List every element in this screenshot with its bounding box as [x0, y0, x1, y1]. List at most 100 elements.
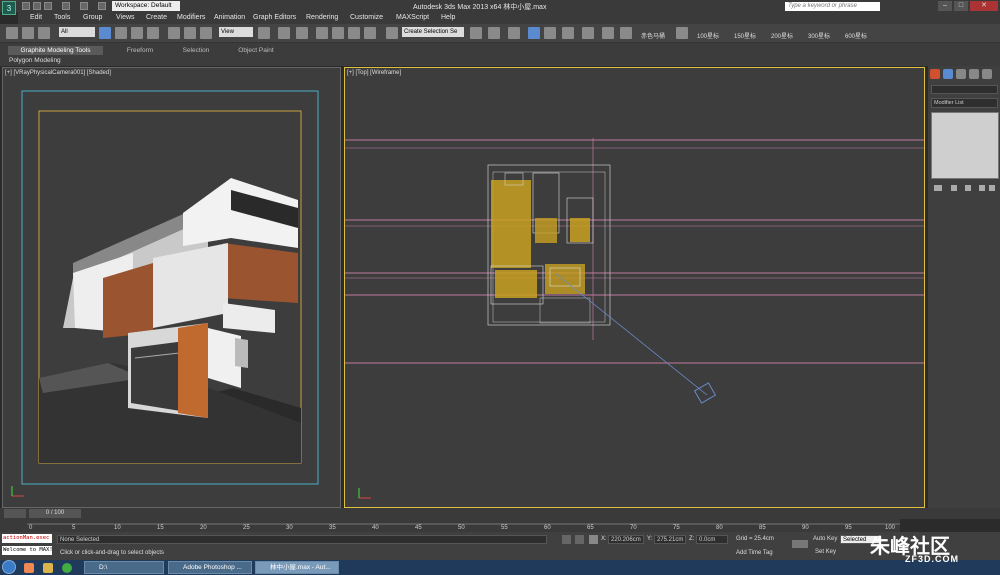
start-button-icon[interactable] — [2, 560, 16, 574]
maxscript-listener-line2[interactable]: Welcome to MAX! — [2, 546, 52, 555]
timeline-toggle-icon[interactable] — [4, 509, 26, 518]
mirror-icon[interactable] — [470, 27, 482, 39]
curve-editor-icon[interactable] — [544, 27, 556, 39]
workspace-dropdown[interactable]: Workspace: Default — [112, 1, 180, 11]
add-time-tag-button[interactable]: Add Time Tag — [736, 550, 773, 556]
select-by-name-icon[interactable] — [115, 27, 127, 39]
edit-named-selection-icon[interactable] — [386, 27, 398, 39]
close-button[interactable]: ✕ — [970, 1, 998, 11]
angle-snap-icon[interactable] — [332, 27, 344, 39]
search-input[interactable]: Type a keyword or phrase — [785, 2, 880, 11]
modifier-stack-controls[interactable] — [931, 183, 999, 193]
window-crossing-icon[interactable] — [147, 27, 159, 39]
render-preset-3[interactable]: 150星标 — [734, 31, 756, 40]
modify-tab-icon[interactable] — [943, 69, 953, 79]
align-icon[interactable] — [488, 27, 500, 39]
keyboard-shortcut-icon[interactable] — [296, 27, 308, 39]
menu-help[interactable]: Help — [441, 14, 455, 21]
polygon-modeling-panel[interactable]: Polygon Modeling — [9, 57, 61, 64]
named-selection-dropdown[interactable]: Create Selection Se — [402, 27, 464, 37]
save-file-icon[interactable] — [44, 2, 52, 10]
rendered-frame-icon[interactable] — [620, 27, 632, 39]
spinner-snap-icon[interactable] — [364, 27, 376, 39]
render-preset-1[interactable]: 赤色马桶 — [641, 31, 665, 40]
render-preset-2[interactable]: 100星标 — [697, 31, 719, 40]
undo-icon[interactable] — [62, 2, 70, 10]
modifier-list-dropdown[interactable]: Modifier List — [931, 98, 998, 108]
display-tab-icon[interactable] — [982, 69, 992, 79]
menu-customize[interactable]: Customize — [350, 14, 383, 21]
create-tab-icon[interactable] — [930, 69, 940, 79]
y-label: Y: — [647, 536, 653, 542]
hierarchy-tab-icon[interactable] — [956, 69, 966, 79]
tick-label: 40 — [372, 525, 379, 531]
redo-icon[interactable] — [80, 2, 88, 10]
explorer-icon[interactable] — [43, 563, 53, 573]
tab-selection[interactable]: Selection — [172, 46, 220, 55]
menu-modifiers[interactable]: Modifiers — [177, 14, 205, 21]
layer-manager-icon[interactable] — [508, 27, 520, 39]
select-object-icon[interactable] — [99, 27, 111, 39]
tab-freeform[interactable]: Freeform — [110, 46, 170, 55]
taskbar-item-photoshop[interactable]: Adobe Photoshop ... — [168, 561, 252, 574]
menu-group[interactable]: Group — [83, 14, 102, 21]
new-file-icon[interactable] — [22, 2, 30, 10]
percent-snap-icon[interactable] — [348, 27, 360, 39]
render-preset-5[interactable]: 300星标 — [808, 31, 830, 40]
media-player-icon[interactable] — [62, 563, 72, 573]
time-slider[interactable]: 0 / 100 — [29, 509, 81, 518]
menu-graph-editors[interactable]: Graph Editors — [253, 14, 296, 21]
unlink-icon[interactable] — [22, 27, 34, 39]
key-icon[interactable] — [792, 540, 808, 548]
camera-viewport-label[interactable]: [+] [VRayPhysicalCamera001] [Shaded] — [5, 70, 111, 76]
menu-rendering[interactable]: Rendering — [306, 14, 338, 21]
x-coordinate-field[interactable]: 220.206cm — [608, 535, 644, 544]
ie-icon[interactable] — [24, 563, 34, 573]
teapot-render-icon[interactable] — [676, 27, 688, 39]
absolute-mode-icon[interactable] — [589, 535, 598, 544]
menu-maxscript[interactable]: MAXScript — [396, 14, 429, 21]
minimize-button[interactable]: – — [938, 1, 952, 11]
taskbar-item-3dsmax[interactable]: 林中小屋.max - Aut... — [255, 561, 339, 574]
rotate-icon[interactable] — [184, 27, 196, 39]
isolate-selection-icon[interactable] — [562, 535, 571, 544]
tab-graphite-modeling-tools[interactable]: Graphite Modeling Tools — [8, 46, 103, 55]
auto-key-button[interactable]: Auto Key — [813, 536, 837, 542]
graphite-toggle-icon[interactable] — [528, 27, 540, 39]
move-icon[interactable] — [168, 27, 180, 39]
maximize-button[interactable]: □ — [954, 1, 968, 11]
menu-views[interactable]: Views — [116, 14, 135, 21]
z-coordinate-field[interactable]: 0.0cm — [696, 535, 728, 544]
menu-edit[interactable]: Edit — [30, 14, 42, 21]
render-preset-4[interactable]: 200星标 — [771, 31, 793, 40]
modifier-stack[interactable] — [931, 112, 999, 179]
tick-label: 85 — [759, 525, 766, 531]
bind-space-warp-icon[interactable] — [38, 27, 50, 39]
pivot-center-icon[interactable] — [258, 27, 270, 39]
selection-filter-dropdown[interactable]: All — [59, 27, 95, 37]
reference-coordinate-dropdown[interactable]: View — [219, 27, 253, 37]
select-link-icon[interactable] — [6, 27, 18, 39]
schematic-view-icon[interactable] — [562, 27, 574, 39]
material-editor-icon[interactable] — [582, 27, 594, 39]
menu-create[interactable]: Create — [146, 14, 167, 21]
selection-lock-icon[interactable] — [575, 535, 584, 544]
menu-animation[interactable]: Animation — [214, 14, 245, 21]
object-name-field[interactable] — [931, 85, 998, 94]
rectangle-region-icon[interactable] — [131, 27, 143, 39]
snaps-toggle-icon[interactable] — [316, 27, 328, 39]
select-manipulate-icon[interactable] — [278, 27, 290, 39]
render-setup-icon[interactable] — [602, 27, 614, 39]
project-folder-icon[interactable] — [98, 2, 106, 10]
taskbar-item-explorer[interactable]: D:\ — [84, 561, 164, 574]
scale-icon[interactable] — [200, 27, 212, 39]
open-file-icon[interactable] — [33, 2, 41, 10]
motion-tab-icon[interactable] — [969, 69, 979, 79]
y-coordinate-field[interactable]: 275.21cm — [654, 535, 686, 544]
set-key-button[interactable]: Set Key — [815, 549, 836, 555]
tab-object-paint[interactable]: Object Paint — [230, 46, 282, 55]
maxscript-listener-line1[interactable]: actionMan.exec — [2, 534, 52, 543]
render-preset-6[interactable]: 600星标 — [845, 31, 867, 40]
menu-tools[interactable]: Tools — [54, 14, 70, 21]
app-logo-icon[interactable]: 3 — [2, 1, 16, 15]
